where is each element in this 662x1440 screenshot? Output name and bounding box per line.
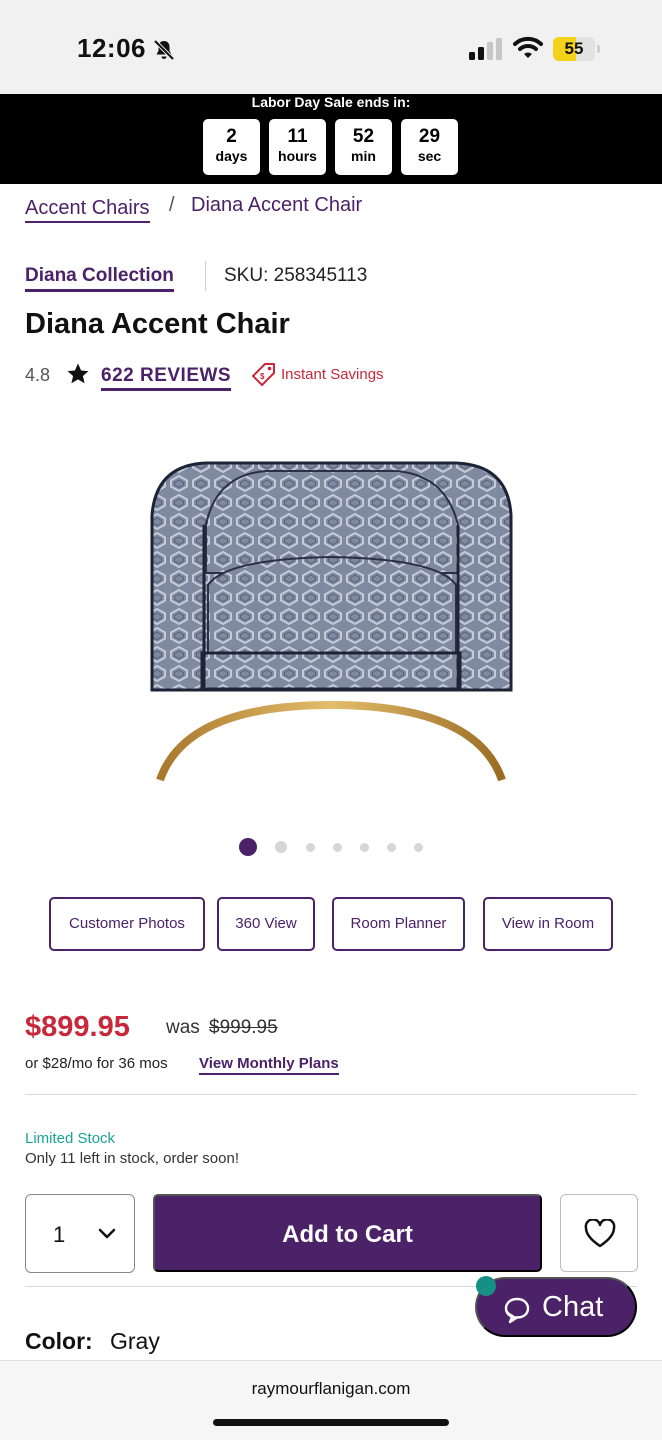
collection-link[interactable]: Diana Collection	[25, 264, 174, 292]
status-time: 12:06	[77, 33, 146, 63]
price-tag-icon: $	[251, 362, 277, 393]
reviews-link[interactable]: 622 REVIEWS	[101, 364, 232, 391]
monthly-payment-text: or $28/mo for 36 mos	[25, 1055, 168, 1072]
color-label: Color:	[25, 1328, 93, 1354]
countdown-unit: sec	[417, 148, 442, 164]
divider	[25, 1094, 637, 1095]
360-view-button[interactable]: 360 View	[217, 897, 315, 951]
cellular-signal-icon	[469, 38, 503, 65]
battery-indicator: 55	[553, 37, 600, 61]
battery-percent: 55	[564, 39, 584, 58]
chat-bubble-icon	[503, 1296, 531, 1327]
countdown-unit: hours	[278, 148, 317, 164]
countdown-value: 52	[352, 126, 375, 147]
chat-button[interactable]: Chat	[475, 1277, 637, 1337]
browser-address-bar[interactable]: raymourflanigan.com	[0, 1360, 662, 1440]
carousel-dot[interactable]	[386, 842, 396, 852]
url-text: raymourflanigan.com	[251, 1379, 411, 1398]
chat-online-indicator	[476, 1276, 496, 1296]
customer-photos-button[interactable]: Customer Photos	[49, 897, 205, 951]
status-bar: 12:06 55	[0, 0, 662, 94]
countdown-days: 2 days	[203, 119, 260, 175]
countdown-unit: days	[215, 148, 248, 164]
breadcrumb-current: Diana Accent Chair	[191, 194, 363, 216]
carousel-dot[interactable]	[359, 842, 369, 852]
sale-price: $899.95	[25, 1011, 130, 1043]
wifi-icon	[513, 36, 543, 65]
svg-text:$: $	[260, 372, 265, 381]
instant-savings-link[interactable]: Instant Savings	[281, 366, 384, 383]
carousel-dot[interactable]	[275, 841, 287, 853]
product-title: Diana Accent Chair	[25, 308, 290, 340]
countdown-unit: min	[351, 148, 376, 164]
chat-label: Chat	[542, 1291, 604, 1323]
home-indicator[interactable]	[213, 1419, 449, 1426]
stock-status: Limited Stock	[25, 1130, 116, 1147]
original-price: $999.95	[209, 1017, 278, 1038]
sku-label: SKU: 258345113	[224, 265, 368, 286]
rating-value: 4.8	[25, 365, 51, 385]
carousel-dots[interactable]	[0, 838, 662, 856]
heart-icon	[584, 1218, 616, 1252]
add-to-cart-button[interactable]: Add to Cart	[153, 1194, 542, 1272]
room-planner-button[interactable]: Room Planner	[332, 897, 465, 951]
quantity-select[interactable]: 1	[25, 1194, 135, 1273]
was-label: was	[166, 1017, 200, 1038]
breadcrumb-accent-chairs-link[interactable]: Accent Chairs	[25, 196, 150, 223]
carousel-dot[interactable]	[413, 842, 423, 852]
view-monthly-plans-link[interactable]: View Monthly Plans	[199, 1055, 339, 1075]
countdown-value: 29	[418, 126, 441, 147]
chevron-down-icon	[98, 1227, 116, 1246]
sale-banner[interactable]: Labor Day Sale ends in: 2 days 11 hours …	[0, 94, 662, 184]
sale-title: Labor Day Sale ends in:	[251, 94, 411, 110]
countdown-value: 2	[226, 126, 237, 147]
countdown-minutes: 52 min	[335, 119, 392, 175]
star-icon	[66, 362, 90, 391]
stock-note: Only 11 left in stock, order soon!	[25, 1150, 239, 1167]
divider	[205, 261, 206, 291]
breadcrumb-separator: /	[169, 194, 175, 216]
bell-muted-icon	[152, 38, 176, 67]
view-in-room-button[interactable]: View in Room	[483, 897, 613, 951]
carousel-dot-active[interactable]	[239, 838, 257, 856]
countdown-hours: 11 hours	[269, 119, 326, 175]
color-value: Gray	[110, 1328, 160, 1354]
countdown-seconds: 29 sec	[401, 119, 458, 175]
countdown-value: 11	[287, 126, 308, 147]
carousel-dot[interactable]	[332, 842, 342, 852]
carousel-dot[interactable]	[305, 842, 315, 852]
wishlist-button[interactable]	[560, 1194, 638, 1272]
quantity-value: 1	[53, 1222, 66, 1247]
product-image[interactable]	[146, 455, 516, 805]
